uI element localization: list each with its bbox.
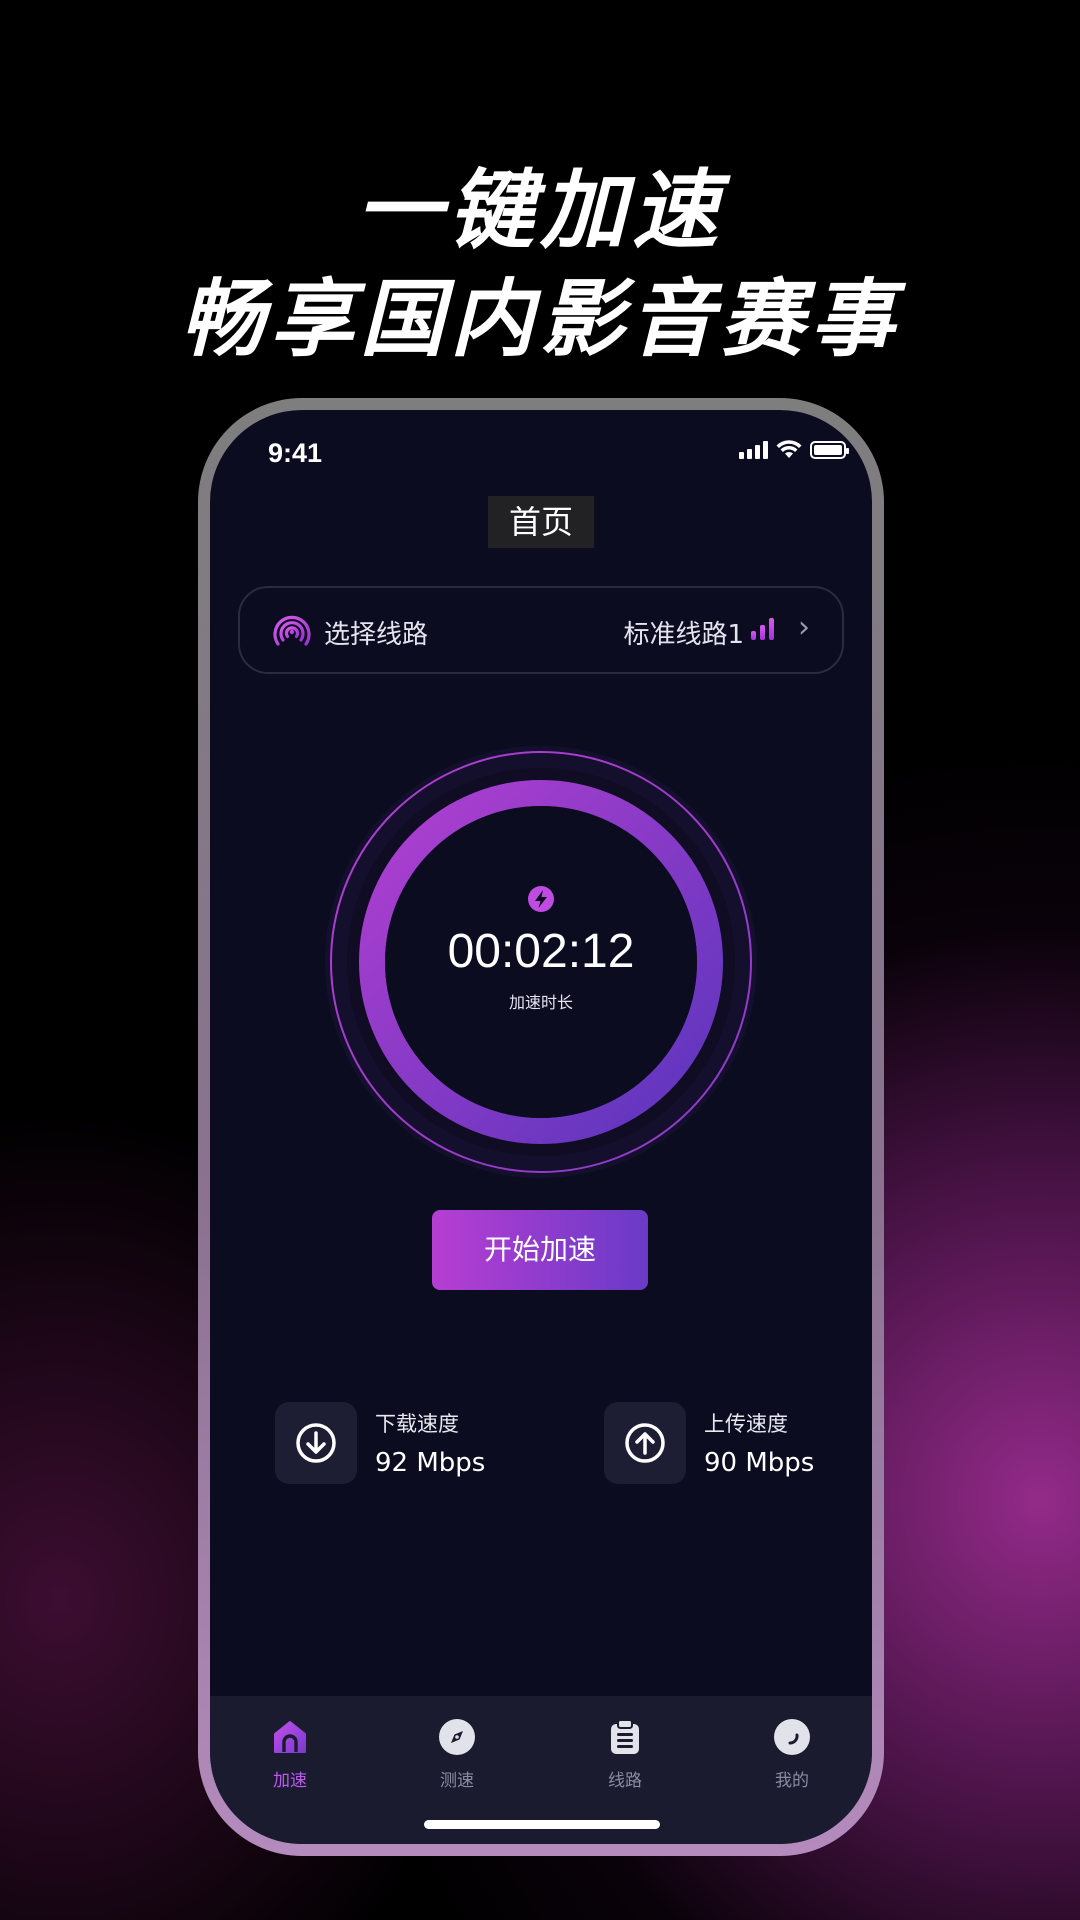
headline-line-1: 一键加速 bbox=[356, 161, 724, 261]
acceleration-timer: 00:02:12 加速时长 bbox=[311, 732, 771, 1192]
tab-routes[interactable]: 线路 bbox=[575, 1718, 675, 1791]
download-speed-card: 下载速度 92 Mbps bbox=[275, 1402, 485, 1484]
download-icon-box bbox=[275, 1402, 357, 1484]
broadcast-signal-icon bbox=[273, 615, 311, 646]
upload-arrow-icon bbox=[625, 1423, 665, 1463]
download-speed-value: 92 Mbps bbox=[375, 1448, 486, 1478]
timer-caption: 加速时长 bbox=[509, 993, 573, 1012]
timer-value: 00:02:12 bbox=[448, 925, 635, 978]
home-icon bbox=[274, 1721, 306, 1753]
upload-speed-card: 上传速度 90 Mbps bbox=[604, 1402, 814, 1484]
headline-line-2: 畅享国内影音赛事 bbox=[179, 270, 900, 368]
clipboard-icon bbox=[611, 1719, 639, 1754]
route-selector-label: 选择线路 bbox=[324, 620, 429, 650]
profile-icon bbox=[774, 1719, 810, 1755]
tab-profile-label: 我的 bbox=[775, 1771, 809, 1791]
tab-profile[interactable]: 我的 bbox=[742, 1718, 842, 1791]
upload-speed-label: 上传速度 bbox=[704, 1412, 788, 1436]
tab-speedtest-label: 测速 bbox=[440, 1771, 474, 1791]
home-indicator[interactable] bbox=[424, 1820, 660, 1829]
phone-screen: 9:41 首页 选择线路 标准线路1 › 00:02:12 加速时长 开始加速 … bbox=[210, 410, 872, 1844]
download-speed-label: 下载速度 bbox=[375, 1412, 459, 1436]
compass-icon bbox=[439, 1719, 475, 1755]
start-acceleration-button[interactable]: 开始加速 bbox=[432, 1210, 648, 1290]
bolt-icon bbox=[528, 886, 554, 912]
battery-icon bbox=[810, 441, 849, 459]
route-selector-value: 标准线路1 bbox=[623, 620, 744, 650]
wifi-icon bbox=[776, 440, 802, 458]
chevron-right-icon: › bbox=[798, 610, 810, 645]
tab-accelerate-label: 加速 bbox=[273, 1771, 307, 1791]
timer-ring: 00:02:12 加速时长 bbox=[325, 746, 757, 1178]
status-time: 9:41 bbox=[268, 438, 323, 468]
upload-icon-box bbox=[604, 1402, 686, 1484]
download-arrow-icon bbox=[296, 1423, 336, 1463]
tab-speedtest[interactable]: 测速 bbox=[407, 1718, 507, 1791]
status-icons bbox=[739, 440, 849, 460]
route-selector[interactable]: 选择线路 标准线路1 › bbox=[238, 586, 844, 674]
route-signal-strength-icon bbox=[751, 618, 774, 640]
cellular-signal-icon bbox=[739, 441, 768, 459]
upload-speed-value: 90 Mbps bbox=[704, 1448, 815, 1478]
page-title: 首页 bbox=[488, 496, 594, 548]
tab-routes-label: 线路 bbox=[608, 1771, 642, 1791]
tab-accelerate[interactable]: 加速 bbox=[240, 1718, 340, 1791]
